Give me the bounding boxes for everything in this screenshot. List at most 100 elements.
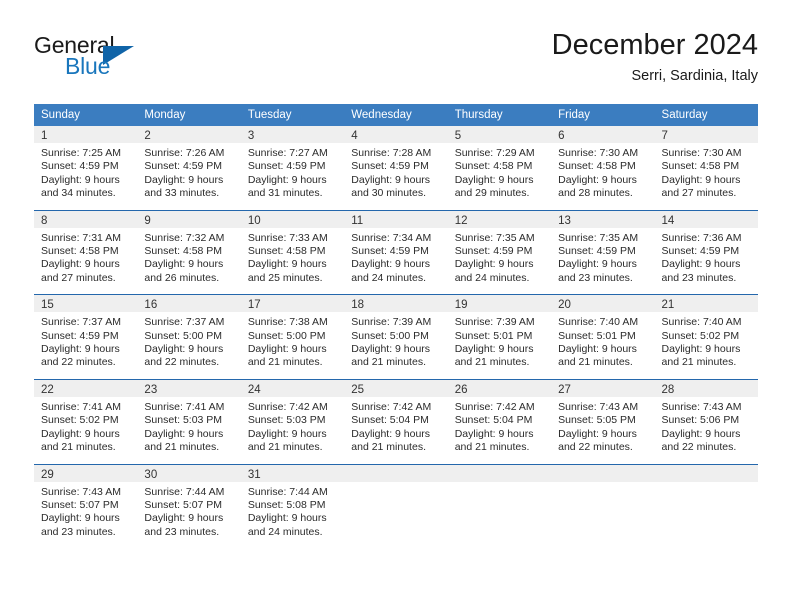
sunset-text: Sunset: 5:04 PM <box>351 414 429 427</box>
day-cell[interactable]: 9 Sunrise: 7:32 AM Sunset: 4:58 PM Dayli… <box>137 209 241 295</box>
day-cell[interactable]: 16 Sunrise: 7:37 AM Sunset: 5:00 PM Dayl… <box>137 294 241 380</box>
daylight-text-line2: and 22 minutes. <box>558 441 633 454</box>
daylight-text-line2: and 21 minutes. <box>247 441 323 454</box>
sunset-text: Sunset: 4:58 PM <box>144 245 223 258</box>
sunrise-text: Sunrise: 7:40 AM <box>558 316 639 329</box>
sunrise-text: Sunrise: 7:44 AM <box>247 485 328 498</box>
day-details: Sunrise: 7:41 AM Sunset: 5:03 PM Dayligh… <box>137 397 240 464</box>
day-number <box>551 464 655 482</box>
day-details: Sunrise: 7:42 AM Sunset: 5:03 PM Dayligh… <box>241 397 344 464</box>
day-details: Sunrise: 7:41 AM Sunset: 5:02 PM Dayligh… <box>34 397 137 464</box>
day-cell[interactable]: 28 Sunrise: 7:43 AM Sunset: 5:06 PM Dayl… <box>654 378 758 464</box>
day-cell[interactable]: 22 Sunrise: 7:41 AM Sunset: 5:02 PM Dayl… <box>34 378 138 464</box>
day-details: Sunrise: 7:34 AM Sunset: 4:59 PM Dayligh… <box>344 228 447 295</box>
day-cell[interactable]: 14 Sunrise: 7:36 AM Sunset: 4:59 PM Dayl… <box>654 209 758 295</box>
day-cell[interactable]: 12 Sunrise: 7:35 AM Sunset: 4:59 PM Dayl… <box>447 209 552 295</box>
day-cell[interactable]: 17 Sunrise: 7:38 AM Sunset: 5:00 PM Dayl… <box>240 294 345 380</box>
daylight-text-line2: and 24 minutes. <box>351 271 426 284</box>
weekday-header-saturday: Saturday <box>654 104 758 126</box>
sunset-text: Sunset: 4:59 PM <box>661 245 740 258</box>
daylight-text-line1: Daylight: 9 hours <box>41 427 120 440</box>
day-cell-empty <box>654 463 758 549</box>
daylight-text-line2: and 24 minutes. <box>247 525 323 538</box>
daylight-text-line2: and 23 minutes. <box>144 525 220 538</box>
day-cell[interactable]: 13 Sunrise: 7:35 AM Sunset: 4:59 PM Dayl… <box>551 209 655 295</box>
daylight-text-line1: Daylight: 9 hours <box>661 258 741 271</box>
daylight-text-line2: and 23 minutes. <box>41 525 116 538</box>
day-details: Sunrise: 7:36 AM Sunset: 4:59 PM Dayligh… <box>655 228 758 295</box>
day-details: Sunrise: 7:25 AM Sunset: 4:59 PM Dayligh… <box>34 143 137 210</box>
day-cell[interactable]: 5 Sunrise: 7:29 AM Sunset: 4:58 PM Dayli… <box>447 126 552 210</box>
weekday-header-tuesday: Tuesday <box>240 104 345 126</box>
sunset-text: Sunset: 5:04 PM <box>454 414 533 427</box>
day-cell[interactable]: 21 Sunrise: 7:40 AM Sunset: 5:02 PM Dayl… <box>654 294 758 380</box>
day-details: Sunrise: 7:42 AM Sunset: 5:04 PM Dayligh… <box>448 397 551 464</box>
day-cell[interactable]: 29 Sunrise: 7:43 AM Sunset: 5:07 PM Dayl… <box>34 463 138 549</box>
daylight-text-line1: Daylight: 9 hours <box>454 427 534 440</box>
day-cell[interactable]: 20 Sunrise: 7:40 AM Sunset: 5:01 PM Dayl… <box>551 294 655 380</box>
day-cell[interactable]: 24 Sunrise: 7:42 AM Sunset: 5:03 PM Dayl… <box>240 378 345 464</box>
day-details: Sunrise: 7:38 AM Sunset: 5:00 PM Dayligh… <box>241 312 344 379</box>
day-details: Sunrise: 7:44 AM Sunset: 5:08 PM Dayligh… <box>241 482 344 549</box>
day-details: Sunrise: 7:35 AM Sunset: 4:59 PM Dayligh… <box>448 228 551 295</box>
daylight-text-line1: Daylight: 9 hours <box>661 343 741 356</box>
day-number <box>447 464 552 482</box>
day-details: Sunrise: 7:29 AM Sunset: 4:58 PM Dayligh… <box>448 143 551 210</box>
day-cell[interactable]: 23 Sunrise: 7:41 AM Sunset: 5:03 PM Dayl… <box>137 378 241 464</box>
sunrise-text: Sunrise: 7:30 AM <box>661 147 742 159</box>
daylight-text-line1: Daylight: 9 hours <box>454 258 534 271</box>
day-cell[interactable]: 8 Sunrise: 7:31 AM Sunset: 4:58 PM Dayli… <box>34 209 138 295</box>
weekday-header-monday: Monday <box>137 104 241 126</box>
day-cell[interactable]: 27 Sunrise: 7:43 AM Sunset: 5:05 PM Dayl… <box>551 378 655 464</box>
sunset-text: Sunset: 4:58 PM <box>41 245 119 258</box>
sunrise-text: Sunrise: 7:40 AM <box>661 316 742 329</box>
sunrise-text: Sunrise: 7:42 AM <box>454 400 535 413</box>
sunset-text: Sunset: 5:01 PM <box>454 329 533 342</box>
daylight-text-line1: Daylight: 9 hours <box>661 173 741 186</box>
weekday-header-sunday: Sunday <box>34 104 138 126</box>
day-cell[interactable]: 19 Sunrise: 7:39 AM Sunset: 5:01 PM Dayl… <box>447 294 552 380</box>
day-cell-empty <box>344 463 448 549</box>
day-cell[interactable]: 25 Sunrise: 7:42 AM Sunset: 5:04 PM Dayl… <box>344 378 448 464</box>
day-details: Sunrise: 7:27 AM Sunset: 4:59 PM Dayligh… <box>241 143 344 210</box>
general-blue-logo[interactable]: General Blue <box>34 32 244 90</box>
day-details: Sunrise: 7:26 AM Sunset: 4:59 PM Dayligh… <box>137 143 240 210</box>
day-number: 11 <box>344 210 448 228</box>
day-cell[interactable]: 10 Sunrise: 7:33 AM Sunset: 4:58 PM Dayl… <box>240 209 345 295</box>
sunset-text: Sunset: 4:59 PM <box>351 245 429 258</box>
week-row: 8 Sunrise: 7:31 AM Sunset: 4:58 PM Dayli… <box>34 209 758 295</box>
day-details: Sunrise: 7:35 AM Sunset: 4:59 PM Dayligh… <box>551 228 654 295</box>
daylight-text-line1: Daylight: 9 hours <box>661 427 741 440</box>
day-number: 6 <box>551 126 655 143</box>
sunset-text: Sunset: 5:00 PM <box>351 329 429 342</box>
daylight-text-line1: Daylight: 9 hours <box>247 427 327 440</box>
daylight-text-line1: Daylight: 9 hours <box>351 173 431 186</box>
day-cell[interactable]: 2 Sunrise: 7:26 AM Sunset: 4:59 PM Dayli… <box>137 126 241 210</box>
daylight-text-line2: and 21 minutes. <box>558 356 633 369</box>
day-cell[interactable]: 3 Sunrise: 7:27 AM Sunset: 4:59 PM Dayli… <box>240 126 345 210</box>
day-cell[interactable]: 1 Sunrise: 7:25 AM Sunset: 4:59 PM Dayli… <box>34 126 138 210</box>
daylight-text-line1: Daylight: 9 hours <box>247 512 327 525</box>
day-cell[interactable]: 6 Sunrise: 7:30 AM Sunset: 4:58 PM Dayli… <box>551 126 655 210</box>
calendar-header-row: Sunday Monday Tuesday Wednesday Thursday… <box>34 104 758 126</box>
day-cell[interactable]: 31 Sunrise: 7:44 AM Sunset: 5:08 PM Dayl… <box>240 463 345 549</box>
day-cell[interactable]: 26 Sunrise: 7:42 AM Sunset: 5:04 PM Dayl… <box>447 378 552 464</box>
week-row: 1 Sunrise: 7:25 AM Sunset: 4:59 PM Dayli… <box>34 126 758 210</box>
day-cell[interactable]: 11 Sunrise: 7:34 AM Sunset: 4:59 PM Dayl… <box>344 209 448 295</box>
sunrise-text: Sunrise: 7:30 AM <box>558 147 639 159</box>
day-details: Sunrise: 7:33 AM Sunset: 4:58 PM Dayligh… <box>241 228 344 295</box>
day-cell[interactable]: 4 Sunrise: 7:28 AM Sunset: 4:59 PM Dayli… <box>344 126 448 210</box>
day-number: 4 <box>344 126 448 143</box>
day-cell-empty <box>447 463 552 549</box>
daylight-text-line1: Daylight: 9 hours <box>247 173 327 186</box>
sunrise-text: Sunrise: 7:37 AM <box>41 316 121 329</box>
day-cell[interactable]: 7 Sunrise: 7:30 AM Sunset: 4:58 PM Dayli… <box>654 126 758 210</box>
day-cell[interactable]: 18 Sunrise: 7:39 AM Sunset: 5:00 PM Dayl… <box>344 294 448 380</box>
sunrise-text: Sunrise: 7:42 AM <box>351 400 432 413</box>
sunrise-text: Sunrise: 7:27 AM <box>247 147 328 159</box>
sunrise-text: Sunrise: 7:34 AM <box>351 231 432 244</box>
day-cell[interactable]: 15 Sunrise: 7:37 AM Sunset: 4:59 PM Dayl… <box>34 294 138 380</box>
sunset-text: Sunset: 5:07 PM <box>144 498 223 511</box>
day-cell[interactable]: 30 Sunrise: 7:44 AM Sunset: 5:07 PM Dayl… <box>137 463 241 549</box>
daylight-text-line2: and 31 minutes. <box>247 187 323 200</box>
